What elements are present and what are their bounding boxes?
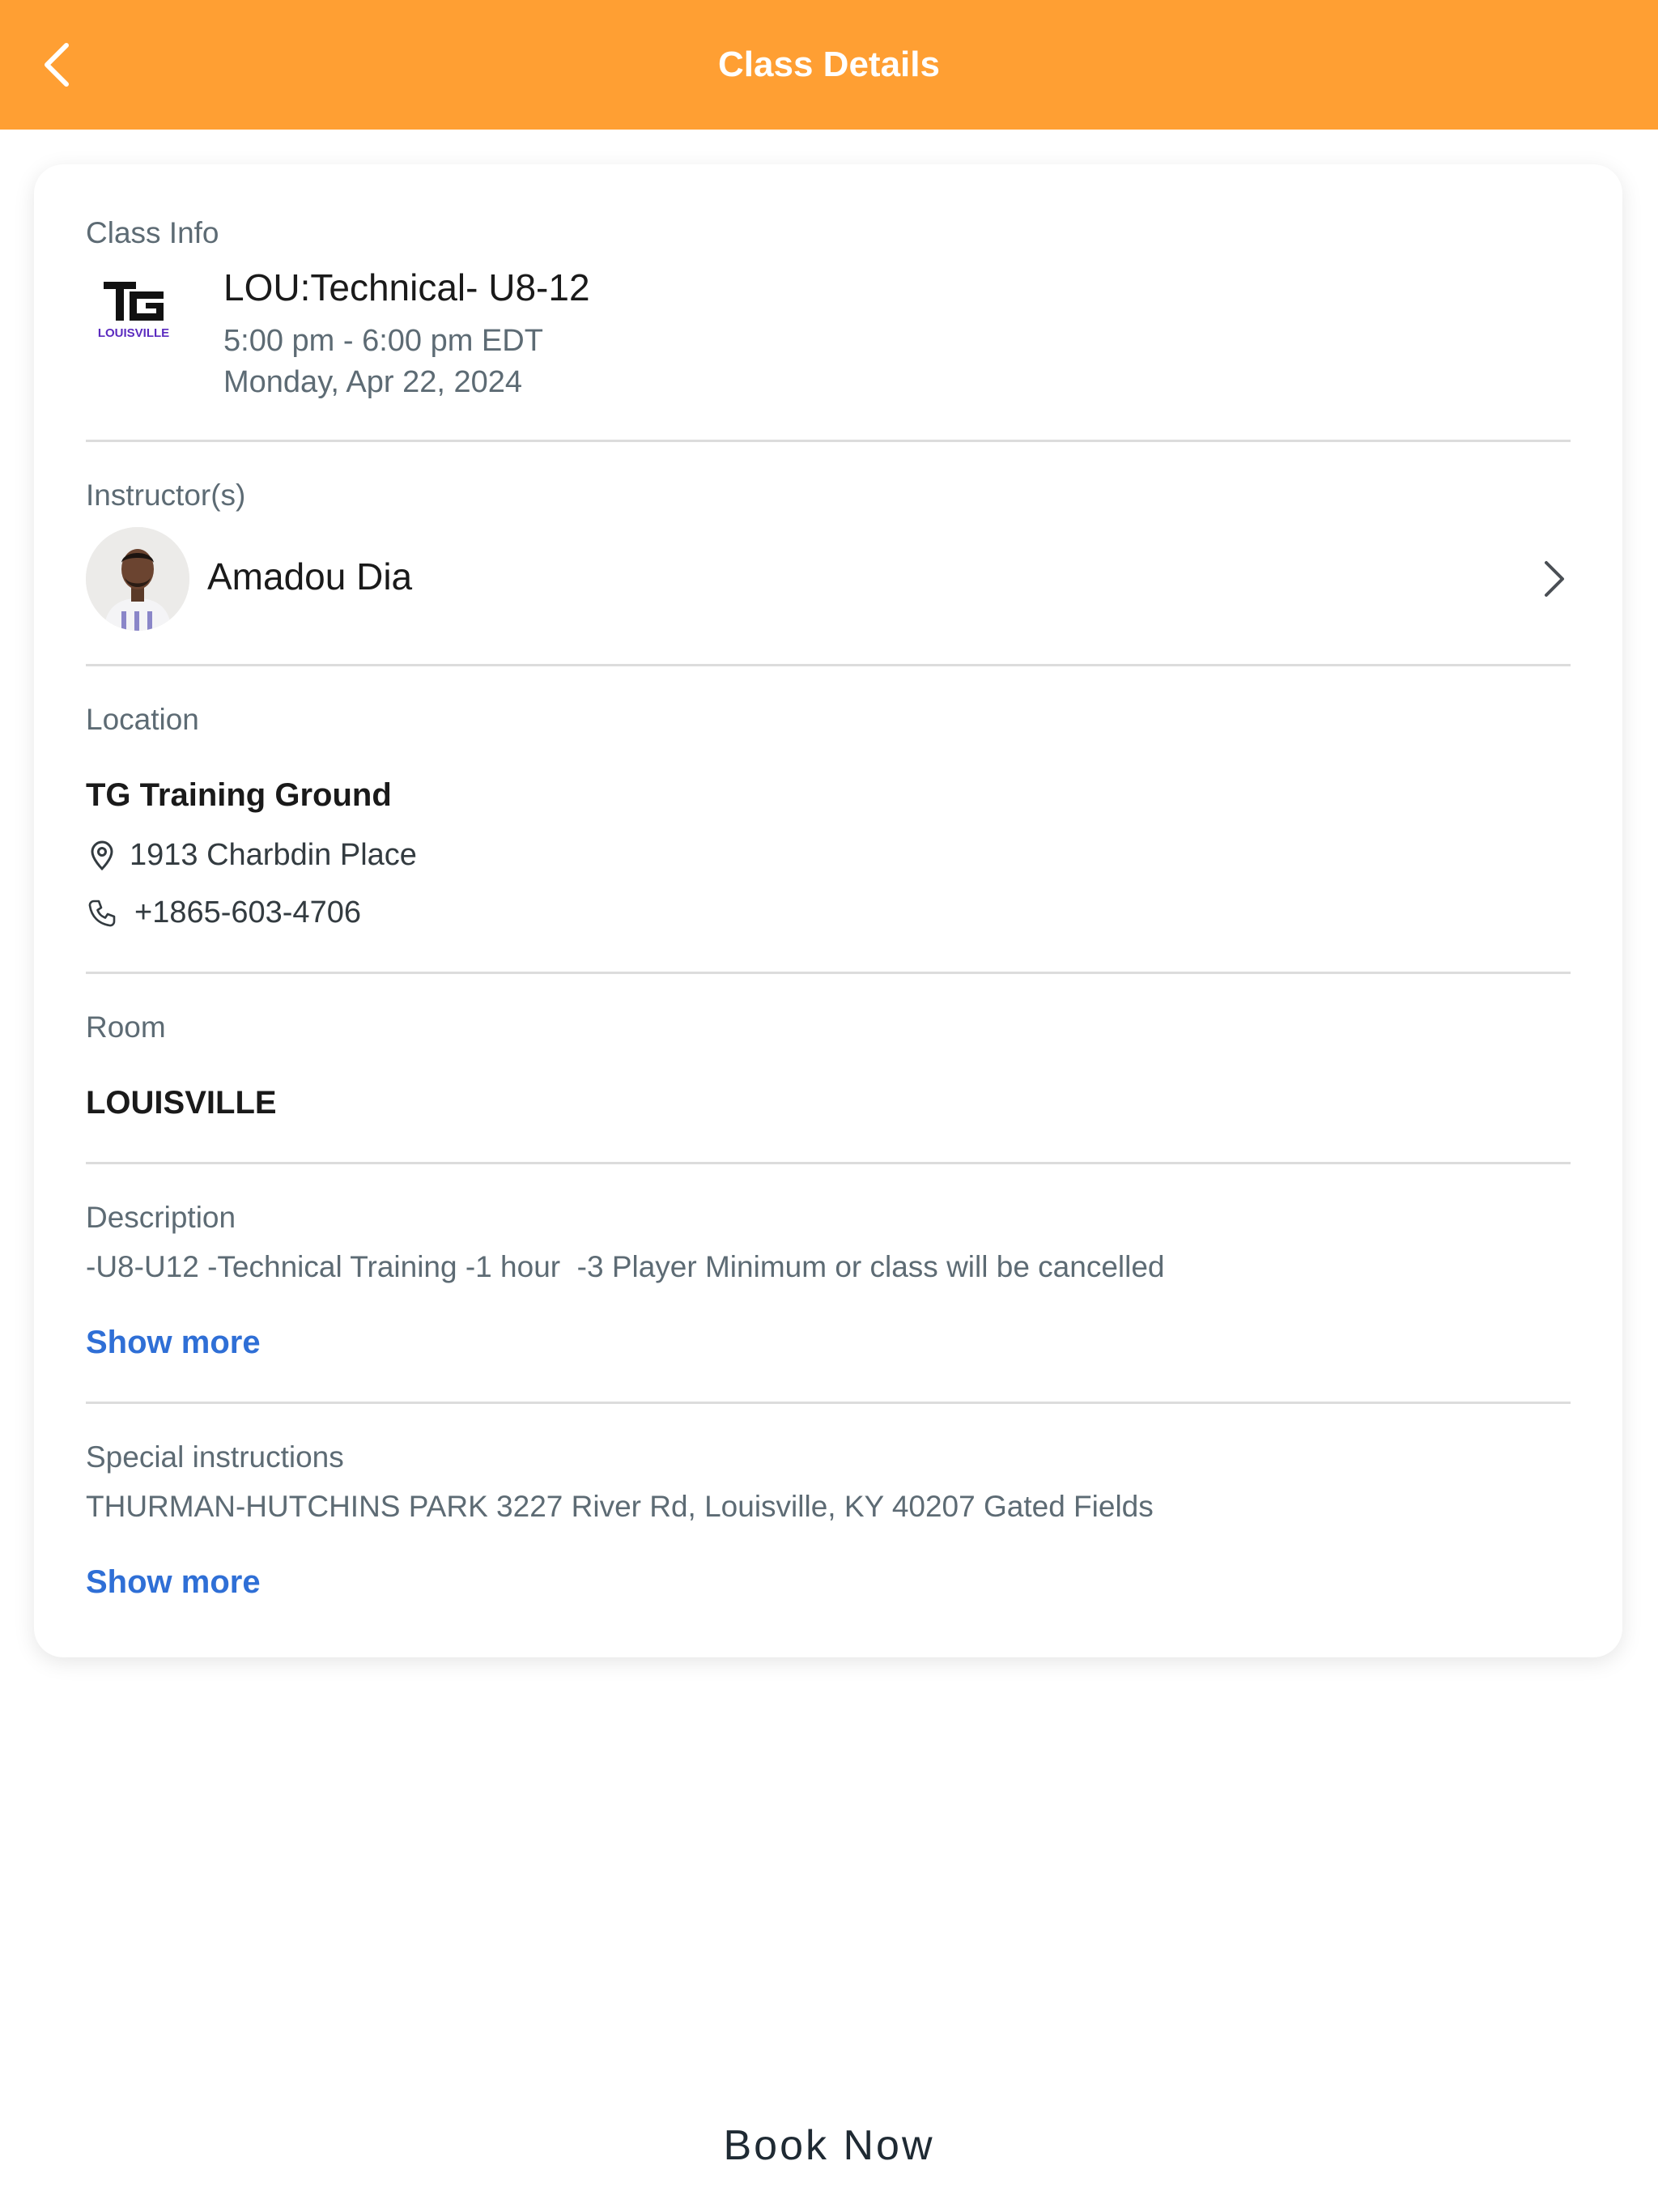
description-show-more-link[interactable]: Show more [86,1325,261,1361]
location-address-text: 1913 Charbdin Place [130,838,417,872]
location-phone[interactable]: +1865-603-4706 [86,895,361,930]
instructors-label: Instructor(s) [86,479,246,512]
tg-logo-icon: LOUISVILLE [98,282,169,340]
location-name: TG Training Ground [86,777,392,813]
class-title: LOU:Technical- U8-12 [223,266,590,308]
svg-text:LOUISVILLE: LOUISVILLE [98,326,169,340]
divider [86,664,1571,666]
page-title: Class Details [718,45,940,84]
divider [86,1162,1571,1164]
description-text: -U8-U12 -Technical Training -1 hour -3 P… [86,1250,1165,1283]
location-phone-text: +1865-603-4706 [134,895,361,929]
class-date: Monday, Apr 22, 2024 [223,365,522,399]
location-address[interactable]: 1913 Charbdin Place [86,838,417,873]
instructor-photo-icon [86,527,189,631]
avatar [86,527,189,631]
room-label: Room [86,1010,166,1044]
class-info-label: Class Info [86,216,219,249]
divider [86,440,1571,442]
class-logo: LOUISVILLE [89,274,178,347]
chevron-right-icon [1545,561,1564,597]
divider [86,972,1571,974]
instructor-name: Amadou Dia [207,555,413,598]
special-instructions-text: THURMAN-HUTCHINS PARK 3227 River Rd, Lou… [86,1490,1154,1523]
class-time: 5:00 pm - 6:00 pm EDT [223,324,543,358]
location-label: Location [86,703,199,736]
book-now-button[interactable]: Book Now [0,2121,1658,2170]
description-label: Description [86,1201,236,1234]
divider [86,1402,1571,1404]
room-name: LOUISVILLE [86,1085,277,1121]
special-instructions-show-more-link[interactable]: Show more [86,1564,261,1601]
special-instructions-label: Special instructions [86,1440,344,1474]
map-pin-icon [86,840,118,872]
phone-icon [86,897,118,929]
class-details-card: Class Info LOUISVILLE LOU:Technical- U8-… [34,164,1622,1657]
top-app-bar: Class Details [0,0,1658,130]
instructor-item[interactable]: Amadou Dia [86,527,1571,632]
